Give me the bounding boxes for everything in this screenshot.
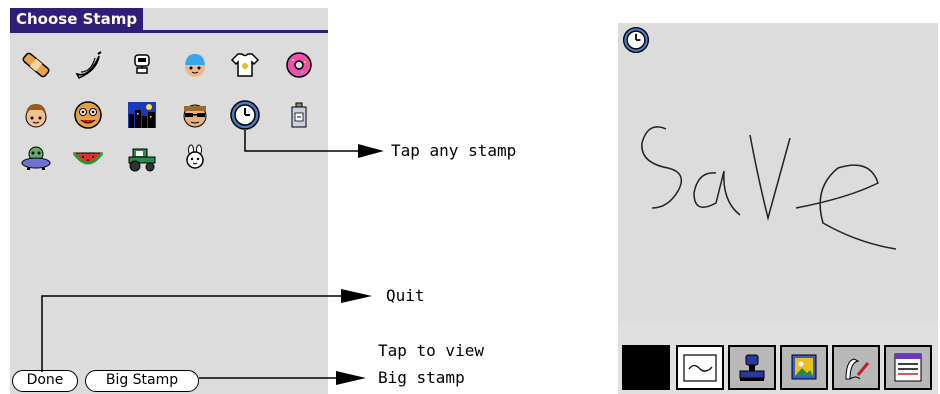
annotation-quit: Quit xyxy=(386,286,425,305)
pen-tool-icon[interactable] xyxy=(832,345,880,390)
drawing-canvas-screen[interactable] xyxy=(618,23,938,394)
drawing-toolbar xyxy=(618,323,938,394)
annotation-tap-any-stamp: Tap any stamp xyxy=(391,141,517,160)
quit-leader-line xyxy=(41,295,345,372)
stamp-tool-icon[interactable] xyxy=(728,345,776,390)
tap-stamp-arrowhead xyxy=(358,144,384,158)
black-color-swatch[interactable] xyxy=(622,345,670,390)
annotation-tap-to-view: Tap to view xyxy=(378,341,484,360)
handwriting-drawing xyxy=(641,126,897,250)
tap-stamp-leader-line xyxy=(244,130,362,152)
annotation-big-stamp: Big stamp xyxy=(378,368,465,387)
picture-icon[interactable] xyxy=(780,345,828,390)
big-stamp-arrowhead xyxy=(336,371,366,385)
menu-list-icon[interactable] xyxy=(884,345,932,390)
quit-arrowhead xyxy=(341,289,372,303)
line-style-icon[interactable] xyxy=(676,345,724,390)
